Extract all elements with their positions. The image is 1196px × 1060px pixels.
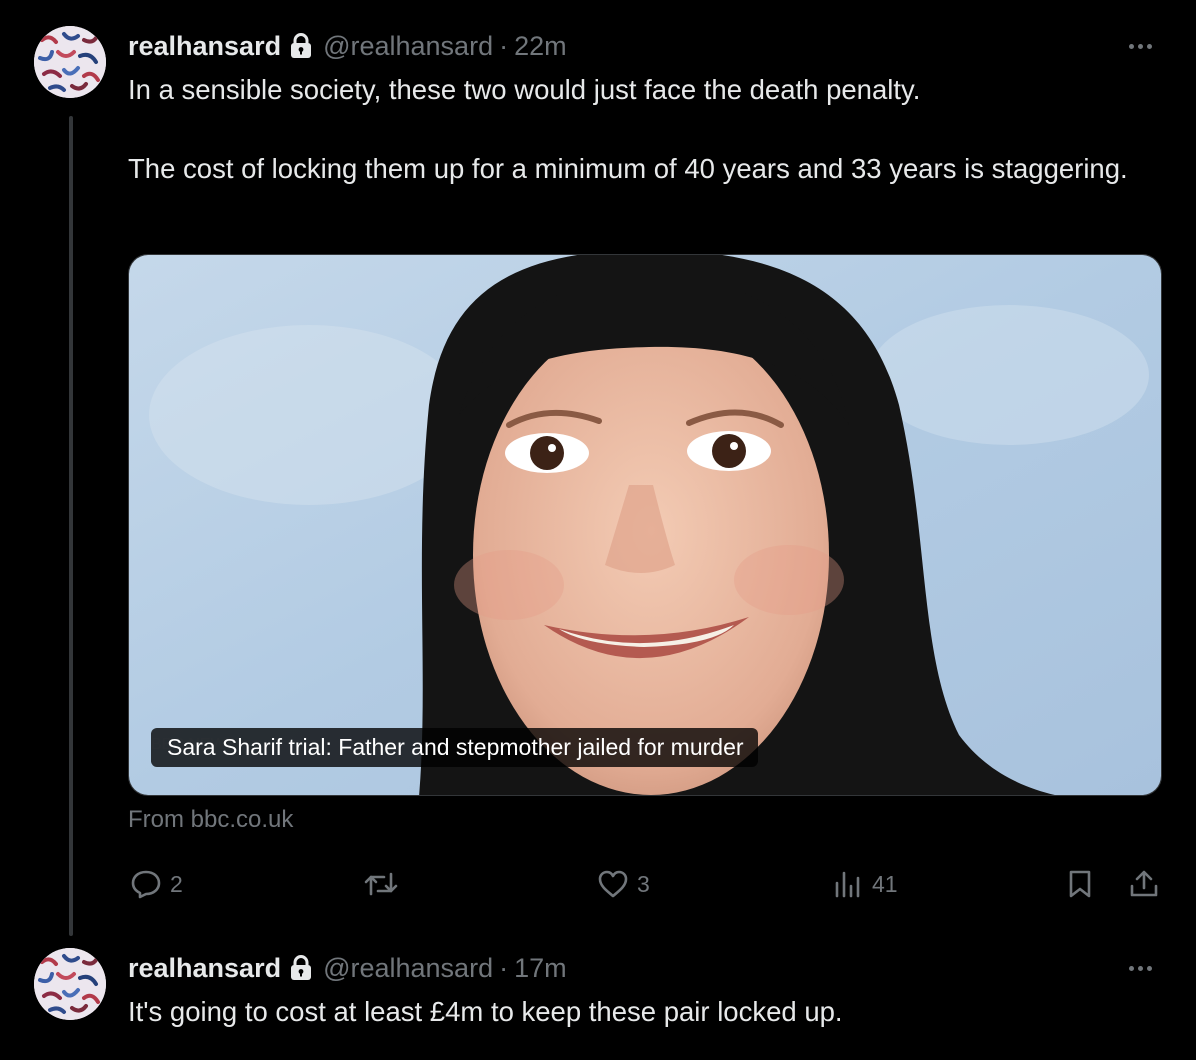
separator: · <box>499 30 509 61</box>
timestamp[interactable]: 17m <box>514 953 567 984</box>
like-button[interactable]: 3 <box>597 862 650 906</box>
handle[interactable]: @realhansard <box>323 953 493 984</box>
tweet-header: realhansard @realhansard · 22m <box>128 26 567 66</box>
views-count: 41 <box>872 870 898 897</box>
card-source[interactable]: From bbc.co.uk <box>128 806 293 834</box>
avatar[interactable] <box>34 948 106 1020</box>
card-title[interactable]: Sara Sharif trial: Father and stepmother… <box>151 728 758 767</box>
thread-line <box>69 116 73 936</box>
display-name[interactable]: realhansard <box>128 31 281 62</box>
views-button[interactable]: 41 <box>832 862 898 906</box>
bookmark-icon <box>1066 869 1094 899</box>
separator: · <box>499 952 509 983</box>
like-icon <box>597 869 629 899</box>
reply-count: 2 <box>170 870 183 897</box>
share-button[interactable] <box>1128 862 1160 906</box>
tweet-header: realhansard @realhansard · 17m <box>128 948 567 988</box>
handle[interactable]: @realhansard <box>323 31 493 62</box>
lock-icon <box>289 33 313 59</box>
reply-button[interactable]: 2 <box>130 862 183 906</box>
retweet-icon <box>362 869 400 899</box>
timestamp[interactable]: 22m <box>514 31 567 62</box>
like-count: 3 <box>637 870 650 897</box>
share-icon <box>1128 868 1160 900</box>
tweet-text-line-2: The cost of locking them up for a minimu… <box>128 153 1128 184</box>
link-card[interactable]: BBC NEWS Sara Sharif trial: Father and s… <box>128 254 1162 796</box>
card-image: BBC NEWS <box>129 255 1161 795</box>
views-icon <box>832 869 864 899</box>
display-name[interactable]: realhansard <box>128 953 281 984</box>
tweet-text-line-1: In a sensible society, these two would j… <box>128 74 921 105</box>
reply-icon <box>130 869 162 899</box>
more-icon[interactable] <box>1120 956 1160 980</box>
tweet-text: It's going to cost at least £4m to keep … <box>128 996 843 1027</box>
lock-icon <box>289 955 313 981</box>
avatar[interactable] <box>34 26 106 98</box>
more-icon[interactable] <box>1120 34 1160 58</box>
retweet-button[interactable] <box>362 862 408 906</box>
bookmark-button[interactable] <box>1066 862 1094 906</box>
